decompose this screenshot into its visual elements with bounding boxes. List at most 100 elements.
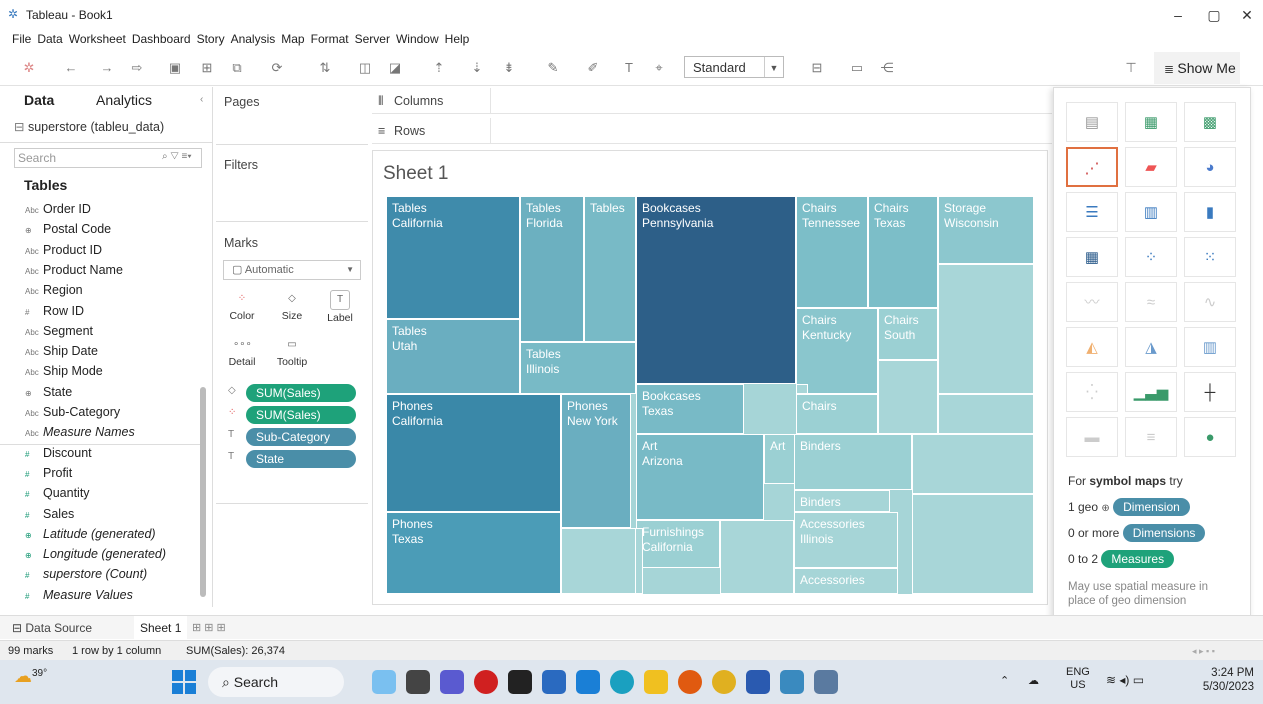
- treemap-tile[interactable]: Chairs: [796, 394, 878, 434]
- treemap-tile[interactable]: Chairs Kentucky: [796, 308, 878, 394]
- treemap-tile[interactable]: Accessories: [794, 568, 898, 594]
- treemap-tile[interactable]: [720, 520, 794, 594]
- treemap-tile[interactable]: Chairs Tennessee: [796, 196, 868, 308]
- store-icon[interactable]: [542, 670, 566, 694]
- mark-pill-color-sales[interactable]: SUM(Sales): [246, 406, 356, 424]
- app-icon[interactable]: [814, 670, 838, 694]
- forward-icon[interactable]: →: [98, 59, 116, 77]
- data-pane-scrollbar[interactable]: [200, 387, 206, 597]
- swap-icon[interactable]: ⇅: [316, 59, 334, 77]
- tableau-icon[interactable]: ✲: [20, 59, 38, 77]
- text-table-icon[interactable]: ▤: [1066, 102, 1118, 142]
- chrome-icon[interactable]: [712, 670, 736, 694]
- field-item[interactable]: # Row ID: [0, 301, 84, 321]
- treemap-tile[interactable]: Phones New York: [561, 394, 631, 528]
- chart-icon[interactable]: ◫: [356, 59, 374, 77]
- new-sheet-icons[interactable]: ⊞ ⊞ ⊞: [192, 621, 226, 634]
- packed-bubbles-icon[interactable]: ●: [1184, 417, 1236, 457]
- treemap-tile[interactable]: [912, 434, 1034, 494]
- label-button[interactable]: T Label: [320, 290, 360, 324]
- network-volume-battery-icons[interactable]: ≋ ◂) ▭: [1106, 673, 1144, 687]
- mark-type-select[interactable]: ▢ Automatic ▼: [223, 260, 361, 280]
- treemap-tile[interactable]: Storage Wisconsin: [938, 196, 1034, 264]
- treemap-tile[interactable]: Tables California: [386, 196, 520, 319]
- field-item[interactable]: Abc Ship Mode: [0, 361, 103, 381]
- color-button[interactable]: ⁘ Color: [222, 290, 262, 322]
- circle-view-icon[interactable]: ⁘: [1125, 237, 1177, 277]
- new-datasource-icon[interactable]: ⇨: [128, 59, 146, 77]
- sort-icon[interactable]: ⇟: [500, 59, 518, 77]
- gantt-chart-icon[interactable]: ▬: [1066, 417, 1118, 457]
- sort-chart-icon[interactable]: ◪: [386, 59, 404, 77]
- horizontal-bar-icon[interactable]: ☰: [1066, 192, 1118, 232]
- mail-icon[interactable]: [576, 670, 600, 694]
- field-item[interactable]: # Profit: [0, 463, 72, 483]
- rows-shelf[interactable]: ≡ Rows: [372, 118, 1052, 144]
- menu-worksheet[interactable]: Worksheet: [66, 30, 129, 48]
- field-item[interactable]: Abc Region: [0, 280, 83, 300]
- collapse-pane-icon[interactable]: ‹: [200, 87, 203, 113]
- menu-server[interactable]: Server: [352, 30, 393, 48]
- area-continuous-icon[interactable]: ◭: [1066, 327, 1118, 367]
- fit-select[interactable]: Standard ▼: [684, 56, 784, 78]
- money-app-icon[interactable]: [508, 670, 532, 694]
- tray-icon[interactable]: ☁: [1028, 674, 1039, 687]
- sort-desc-icon[interactable]: ⇣: [468, 59, 486, 77]
- filters-card[interactable]: Filters: [216, 150, 368, 222]
- field-item[interactable]: Abc Ship Date: [0, 341, 98, 361]
- stacked-bar-icon[interactable]: ▥: [1125, 192, 1177, 232]
- treemap-tile[interactable]: Binders: [794, 490, 890, 512]
- filled-map-icon[interactable]: ▰: [1125, 147, 1177, 187]
- firefox-icon[interactable]: [678, 670, 702, 694]
- menu-data[interactable]: Data: [34, 30, 65, 48]
- taskbar-search[interactable]: ⌕ Search: [208, 667, 344, 697]
- field-item[interactable]: ⊕ Latitude (generated): [0, 524, 156, 544]
- data-source-tab[interactable]: ⊟ Data Source: [12, 621, 92, 635]
- save-icon[interactable]: ▣: [166, 59, 184, 77]
- menu-map[interactable]: Map: [278, 30, 307, 48]
- treemap-tile[interactable]: Tables Illinois: [520, 342, 636, 394]
- side-by-side-circle-icon[interactable]: ⁙: [1184, 237, 1236, 277]
- treemap-tile[interactable]: [938, 264, 1034, 394]
- tableau-taskbar-icon[interactable]: [780, 670, 804, 694]
- treemap-tile[interactable]: Binders: [794, 434, 912, 490]
- teams-icon[interactable]: [440, 670, 464, 694]
- field-item[interactable]: # Discount: [0, 443, 92, 463]
- treemap-tile[interactable]: Tables: [584, 196, 636, 342]
- sheet-tab[interactable]: Sheet 1: [134, 616, 188, 640]
- tab-analytics[interactable]: Analytics: [96, 87, 152, 113]
- pinterest-icon[interactable]: [474, 670, 498, 694]
- windows-start-icon[interactable]: [172, 670, 196, 694]
- treemap-tile[interactable]: [561, 528, 636, 594]
- size-button[interactable]: ◇ Size: [272, 290, 312, 322]
- tab-data[interactable]: Data: [24, 87, 54, 113]
- language-indicator[interactable]: ENG US: [1066, 666, 1090, 692]
- field-item[interactable]: ⊕ Postal Code: [0, 219, 111, 239]
- field-item[interactable]: Abc Product Name: [0, 260, 123, 280]
- menu-file[interactable]: File: [9, 30, 34, 48]
- field-item[interactable]: # Measure Values: [0, 585, 133, 605]
- field-item[interactable]: Abc Product ID: [0, 240, 102, 260]
- presentation-icon[interactable]: ▭: [848, 59, 866, 77]
- detail-button[interactable]: ∘∘∘ Detail: [222, 336, 262, 368]
- format-painter-icon[interactable]: ⊤: [1122, 59, 1140, 77]
- menu-help[interactable]: Help: [442, 30, 473, 48]
- field-item[interactable]: Abc Segment: [0, 321, 93, 341]
- treemap-tile[interactable]: Phones Texas: [386, 512, 561, 594]
- mark-pill-size-sales[interactable]: SUM(Sales): [246, 384, 356, 402]
- datasource-item[interactable]: ⊟ superstore (tableu_data): [14, 119, 164, 134]
- duplicate-icon[interactable]: ⧉: [228, 59, 246, 77]
- menu-format[interactable]: Format: [308, 30, 352, 48]
- pie-chart-icon[interactable]: ◕: [1184, 147, 1236, 187]
- file-explorer-icon[interactable]: [644, 670, 668, 694]
- new-sheet-icon[interactable]: ⊞: [198, 59, 216, 77]
- line-continuous-icon[interactable]: 〰: [1066, 282, 1118, 322]
- treemap-tile[interactable]: Phones California: [386, 394, 561, 512]
- treemap-tile[interactable]: [878, 360, 938, 434]
- treemap-tile[interactable]: Art: [764, 434, 796, 484]
- clock[interactable]: 3:24 PM 5/30/2023: [1188, 666, 1254, 694]
- treemap-tile[interactable]: Furnishings California: [636, 520, 720, 568]
- field-item[interactable]: # Sales: [0, 504, 74, 524]
- field-item[interactable]: ⊕ Longitude (generated): [0, 544, 166, 564]
- field-item[interactable]: Abc Order ID: [0, 199, 91, 219]
